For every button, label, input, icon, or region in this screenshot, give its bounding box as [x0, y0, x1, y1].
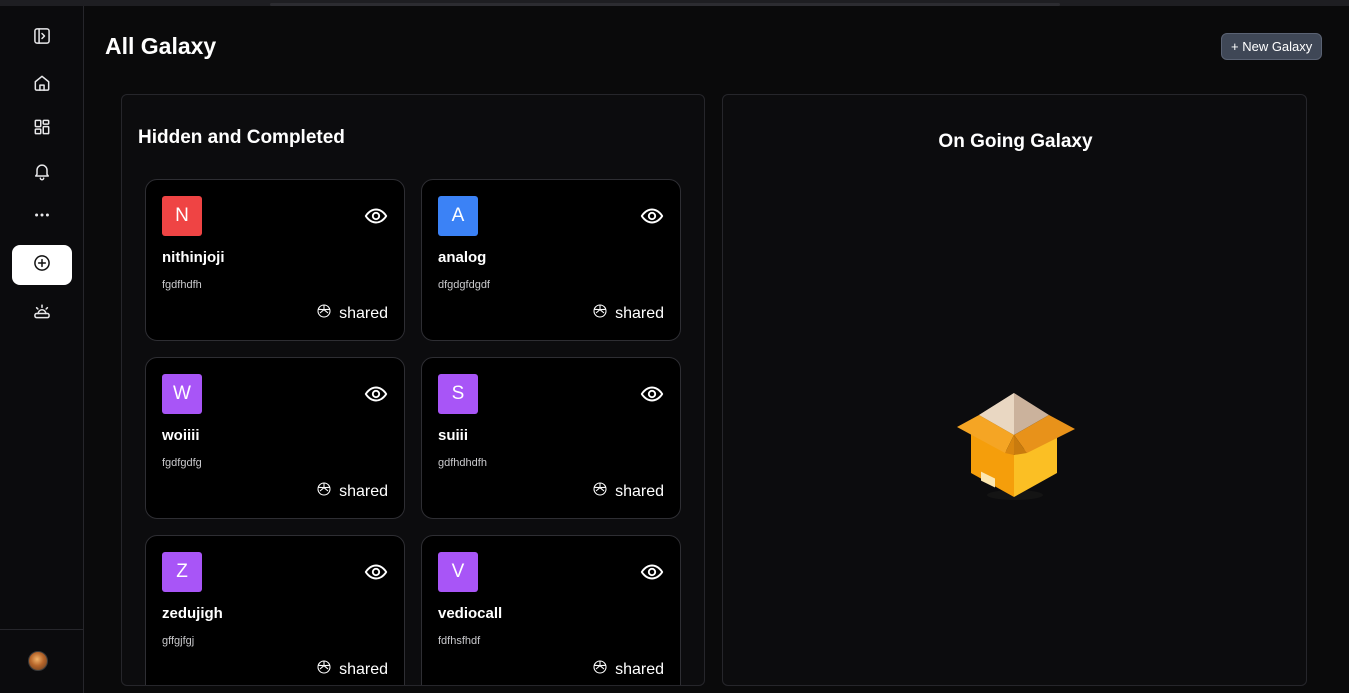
eye-icon[interactable] — [364, 204, 388, 228]
ongoing-panel: On Going Galaxy — [722, 94, 1307, 686]
sidebar-item-sunrise[interactable] — [12, 293, 72, 333]
sidebar-item-home[interactable] — [12, 65, 72, 105]
galaxy-initial-badge: V — [438, 552, 478, 592]
shared-status: shared — [592, 659, 664, 680]
main-content: All Galaxy + New Galaxy Hidden and Compl… — [85, 6, 1349, 693]
galaxy-card[interactable]: Vvediocall fdfhsfhdf shared — [421, 535, 681, 685]
bell-icon — [32, 161, 52, 186]
galaxy-initial-badge: A — [438, 196, 478, 236]
galaxy-name: zedujigh — [162, 605, 223, 622]
galaxy-card[interactable]: Nnithinjoji fgdfhdfh shared — [145, 179, 405, 341]
shared-label: shared — [339, 482, 388, 500]
galaxy-initial-badge: Z — [162, 552, 202, 592]
home-icon — [32, 73, 52, 98]
shared-status: shared — [316, 303, 388, 324]
eye-icon[interactable] — [640, 560, 664, 584]
galaxy-name: analog — [438, 249, 487, 266]
galaxy-card[interactable]: Aanalog dfgdgfdgdf shared — [421, 179, 681, 341]
galaxy-card[interactable]: Wwoiiii fgdfgdfg shared — [145, 357, 405, 519]
eye-icon[interactable] — [640, 204, 664, 228]
galaxy-card[interactable]: Ssuiii gdfhdhdfh shared — [421, 357, 681, 519]
galaxy-description: gffgjfgj — [162, 635, 195, 647]
shared-label: shared — [615, 660, 664, 678]
galaxy-initial-badge: S — [438, 374, 478, 414]
galaxy-description: fdfhsfhdf — [438, 635, 481, 647]
galaxy-initial-badge: N — [162, 196, 202, 236]
shared-label: shared — [615, 304, 664, 322]
avatar[interactable] — [28, 651, 48, 671]
galaxy-description: gdfhdhdfh — [438, 457, 487, 469]
shared-status: shared — [316, 659, 388, 680]
galaxy-description: fgdfgdfg — [162, 457, 202, 469]
new-galaxy-button[interactable]: + New Galaxy — [1221, 33, 1323, 60]
sidebar-divider — [0, 629, 84, 630]
galaxy-name: woiiii — [162, 427, 200, 444]
shared-label: shared — [615, 482, 664, 500]
galaxy-description: dfgdgfdgdf — [438, 279, 490, 291]
network-icon — [592, 303, 608, 324]
open-box-icon — [951, 391, 1081, 503]
network-icon — [592, 481, 608, 502]
eye-icon[interactable] — [364, 560, 388, 584]
shared-status: shared — [592, 303, 664, 324]
sidebar-item-notifications[interactable] — [12, 153, 72, 193]
sidebar-item-dashboard[interactable] — [12, 109, 72, 149]
panel-title-ongoing: On Going Galaxy — [938, 131, 1093, 152]
shared-status: shared — [316, 481, 388, 502]
galaxy-description: fgdfhdfh — [162, 279, 202, 291]
eye-icon[interactable] — [364, 382, 388, 406]
grid-icon — [32, 117, 52, 142]
network-icon — [316, 303, 332, 324]
sidebar — [0, 6, 84, 693]
galaxy-initial-badge: W — [162, 374, 202, 414]
sidebar-item-more[interactable] — [12, 197, 72, 237]
galaxy-name: suiii — [438, 427, 469, 444]
hidden-completed-panel: Hidden and Completed Nnithinjoji fgdfhdfh… — [121, 94, 705, 686]
galaxy-name: vediocall — [438, 605, 503, 622]
sidebar-toggle-button[interactable] — [12, 18, 72, 58]
more-horizontal-icon — [32, 205, 52, 230]
panel-toggle-icon — [32, 26, 52, 51]
panel-title-hidden: Hidden and Completed — [138, 127, 345, 148]
galaxy-name: nithinjoji — [162, 249, 225, 266]
shared-label: shared — [339, 304, 388, 322]
eye-icon[interactable] — [640, 382, 664, 406]
network-icon — [316, 481, 332, 502]
plus-circle-icon — [32, 253, 52, 278]
shared-status: shared — [592, 481, 664, 502]
sidebar-item-create[interactable] — [12, 245, 72, 285]
page-title: All Galaxy — [105, 33, 217, 59]
network-icon — [316, 659, 332, 680]
galaxy-card[interactable]: Zzedujigh gffgjfgj shared — [145, 535, 405, 685]
shared-label: shared — [339, 660, 388, 678]
network-icon — [592, 659, 608, 680]
sunrise-icon — [32, 301, 52, 326]
